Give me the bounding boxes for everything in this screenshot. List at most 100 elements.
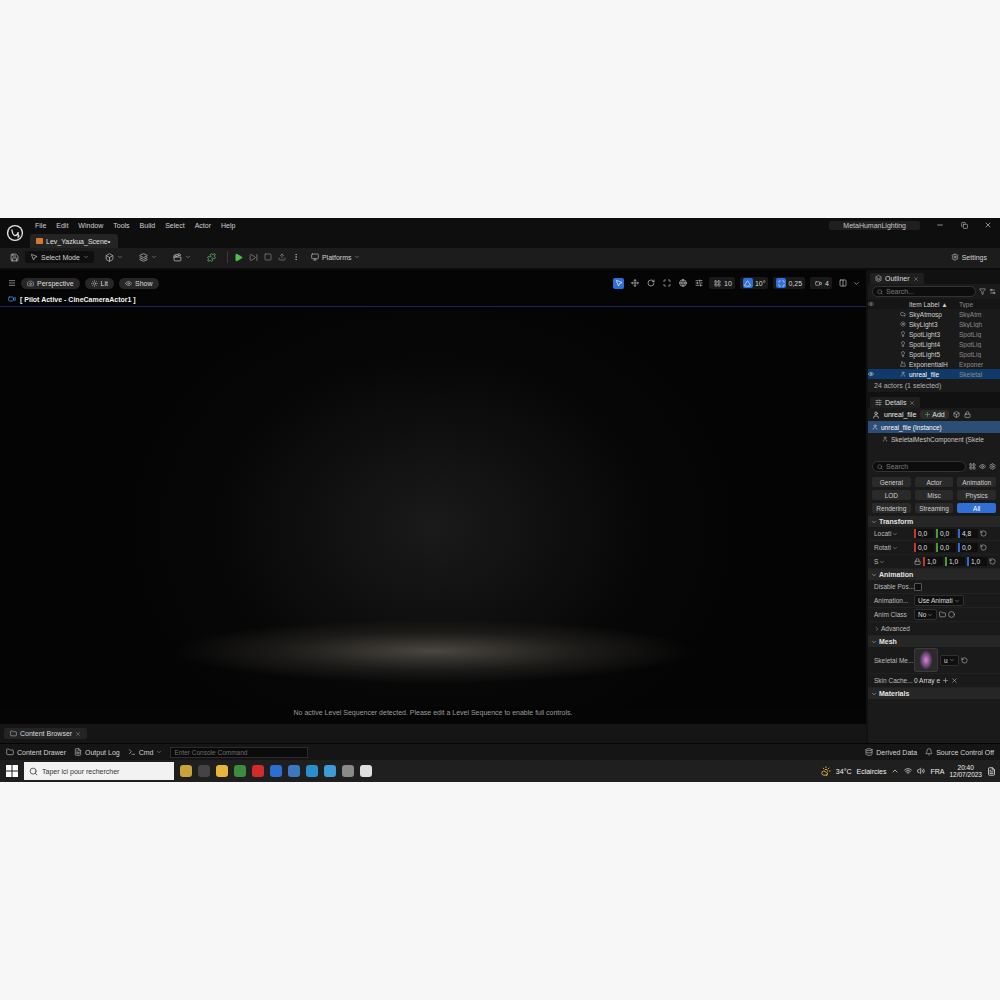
stop-icon[interactable]: [264, 253, 272, 261]
scale-tool[interactable]: [661, 278, 672, 289]
network-icon[interactable]: [904, 767, 912, 775]
details-search[interactable]: Search: [872, 461, 966, 472]
select-mode-button[interactable]: Select Mode: [25, 251, 94, 263]
snap-toggle[interactable]: [743, 278, 753, 288]
browse-icon[interactable]: [939, 611, 946, 618]
menu-item[interactable]: Window: [73, 222, 108, 229]
platforms-button[interactable]: Platforms: [306, 251, 366, 263]
snap-setting[interactable]: 10: [709, 277, 735, 289]
world-space-toggle[interactable]: [677, 278, 688, 289]
viewport[interactable]: PerspectiveLitShow1010°0,254[ Pilot Acti…: [0, 270, 866, 724]
clock[interactable]: 20:4012/07/2023: [949, 764, 982, 779]
advanced-group[interactable]: Advanced: [868, 622, 1000, 636]
reset-icon[interactable]: [980, 544, 987, 551]
snap-toggle[interactable]: [813, 278, 823, 288]
tray-expand-icon[interactable]: [891, 767, 899, 775]
vector-field[interactable]: 0,0: [936, 529, 956, 538]
dropdown-arrow-icon[interactable]: [879, 559, 885, 565]
vector-field[interactable]: 0,0: [914, 529, 934, 538]
visibility-icon[interactable]: [979, 463, 986, 470]
cmd-dropdown[interactable]: Cmd: [128, 748, 163, 756]
snap-setting[interactable]: 4: [810, 277, 832, 289]
taskbar-search[interactable]: Taper ici pour rechercher: [24, 762, 174, 780]
checkbox[interactable]: [914, 583, 922, 591]
details-section-header[interactable]: Animation: [868, 569, 1000, 580]
play-icon[interactable]: [234, 253, 243, 262]
maximize-button[interactable]: [952, 218, 976, 232]
close-button[interactable]: [976, 218, 1000, 232]
close-icon[interactable]: [913, 276, 919, 282]
vector-field[interactable]: 1,0: [967, 557, 987, 566]
windows-start-icon[interactable]: [6, 765, 18, 777]
menu-item[interactable]: Edit: [51, 222, 73, 229]
cinematics-button[interactable]: [168, 251, 196, 264]
snap-setting[interactable]: 10°: [740, 277, 769, 289]
lock-icon[interactable]: [964, 411, 971, 418]
viewport-pill-button[interactable]: Perspective: [21, 278, 80, 289]
outliner-row[interactable]: unreal_fileSkeletal: [868, 369, 1000, 379]
layout-button[interactable]: [837, 278, 848, 289]
unreal-logo-icon[interactable]: [6, 224, 24, 242]
vector-field[interactable]: 0,0: [936, 543, 956, 552]
level-tab[interactable]: Lev_Yazkua_Scene•: [30, 234, 118, 248]
settings-icon[interactable]: [989, 288, 996, 295]
opera-icon[interactable]: [252, 765, 264, 777]
asset-dropdown[interactable]: u: [940, 655, 959, 666]
vector-field[interactable]: 4,8: [958, 529, 978, 538]
outliner-row[interactable]: ExponentialHExponer: [868, 359, 1000, 369]
close-icon[interactable]: [909, 400, 915, 406]
speaker-icon[interactable]: [917, 767, 925, 775]
dropdown-arrow-icon[interactable]: [892, 545, 898, 551]
outliner-row[interactable]: SpotLight4SpotLig: [868, 339, 1000, 349]
app-icon[interactable]: [288, 765, 300, 777]
outliner-tab[interactable]: Outliner: [870, 273, 924, 284]
outliner-row[interactable]: SkyAtmospSkyAtm: [868, 309, 1000, 319]
grid-view-icon[interactable]: [969, 463, 976, 470]
app-icon[interactable]: [270, 765, 282, 777]
snap-toggle[interactable]: [776, 278, 786, 288]
filter-button[interactable]: All: [957, 503, 996, 513]
close-icon[interactable]: [75, 731, 81, 737]
search-highlight-icon[interactable]: [180, 765, 192, 777]
pilot-camera-icon[interactable]: [8, 295, 16, 303]
dropdown-arrow-icon[interactable]: [853, 280, 860, 287]
minimize-button[interactable]: [928, 218, 952, 232]
vector-field[interactable]: 1,0: [923, 557, 943, 566]
viewport-render[interactable]: [0, 307, 866, 707]
reset-icon[interactable]: [980, 530, 987, 537]
vector-field[interactable]: 0,0: [958, 543, 978, 552]
viewport-pill-button[interactable]: Show: [119, 278, 159, 289]
outliner-row[interactable]: SpotLight5SpotLig: [868, 349, 1000, 359]
snap-toggle[interactable]: [712, 278, 722, 288]
mode-button[interactable]: [202, 251, 221, 264]
unreal-app-icon[interactable]: [360, 765, 372, 777]
outliner-row[interactable]: SkyLight3SkyLigh: [868, 319, 1000, 329]
weather-icon[interactable]: [821, 766, 831, 776]
details-section-header[interactable]: Mesh: [868, 636, 1000, 647]
skip-icon[interactable]: [249, 253, 258, 262]
blueprint-button[interactable]: [134, 251, 162, 264]
viewport-pill-button[interactable]: Lit: [85, 278, 114, 289]
console-input[interactable]: [170, 747, 308, 758]
component-row[interactable]: unreal_file (Instance): [868, 421, 1000, 433]
chrome-icon[interactable]: [234, 765, 246, 777]
details-section-header[interactable]: Transform: [868, 516, 1000, 527]
column-header[interactable]: Type: [959, 301, 996, 308]
notifications-icon[interactable]: [987, 767, 996, 776]
filter-icon[interactable]: [979, 288, 986, 295]
clear-icon[interactable]: [951, 677, 958, 684]
filter-button[interactable]: Actor: [915, 477, 954, 487]
clear-icon[interactable]: [948, 611, 955, 618]
add-element-icon[interactable]: [942, 677, 949, 684]
language[interactable]: FRA: [930, 768, 944, 775]
component-row[interactable]: SkeletalMeshComponent (Skele: [868, 433, 1000, 445]
app-icon[interactable]: [324, 765, 336, 777]
menu-item[interactable]: Select: [160, 222, 189, 229]
filter-button[interactable]: General: [872, 477, 911, 487]
reset-icon[interactable]: [961, 657, 968, 664]
dropdown-arrow-icon[interactable]: [892, 531, 898, 537]
outliner-search[interactable]: Search...: [872, 286, 976, 297]
menu-item[interactable]: Actor: [190, 222, 216, 229]
surface-snap-toggle[interactable]: [693, 278, 704, 289]
reset-icon[interactable]: [989, 558, 996, 565]
